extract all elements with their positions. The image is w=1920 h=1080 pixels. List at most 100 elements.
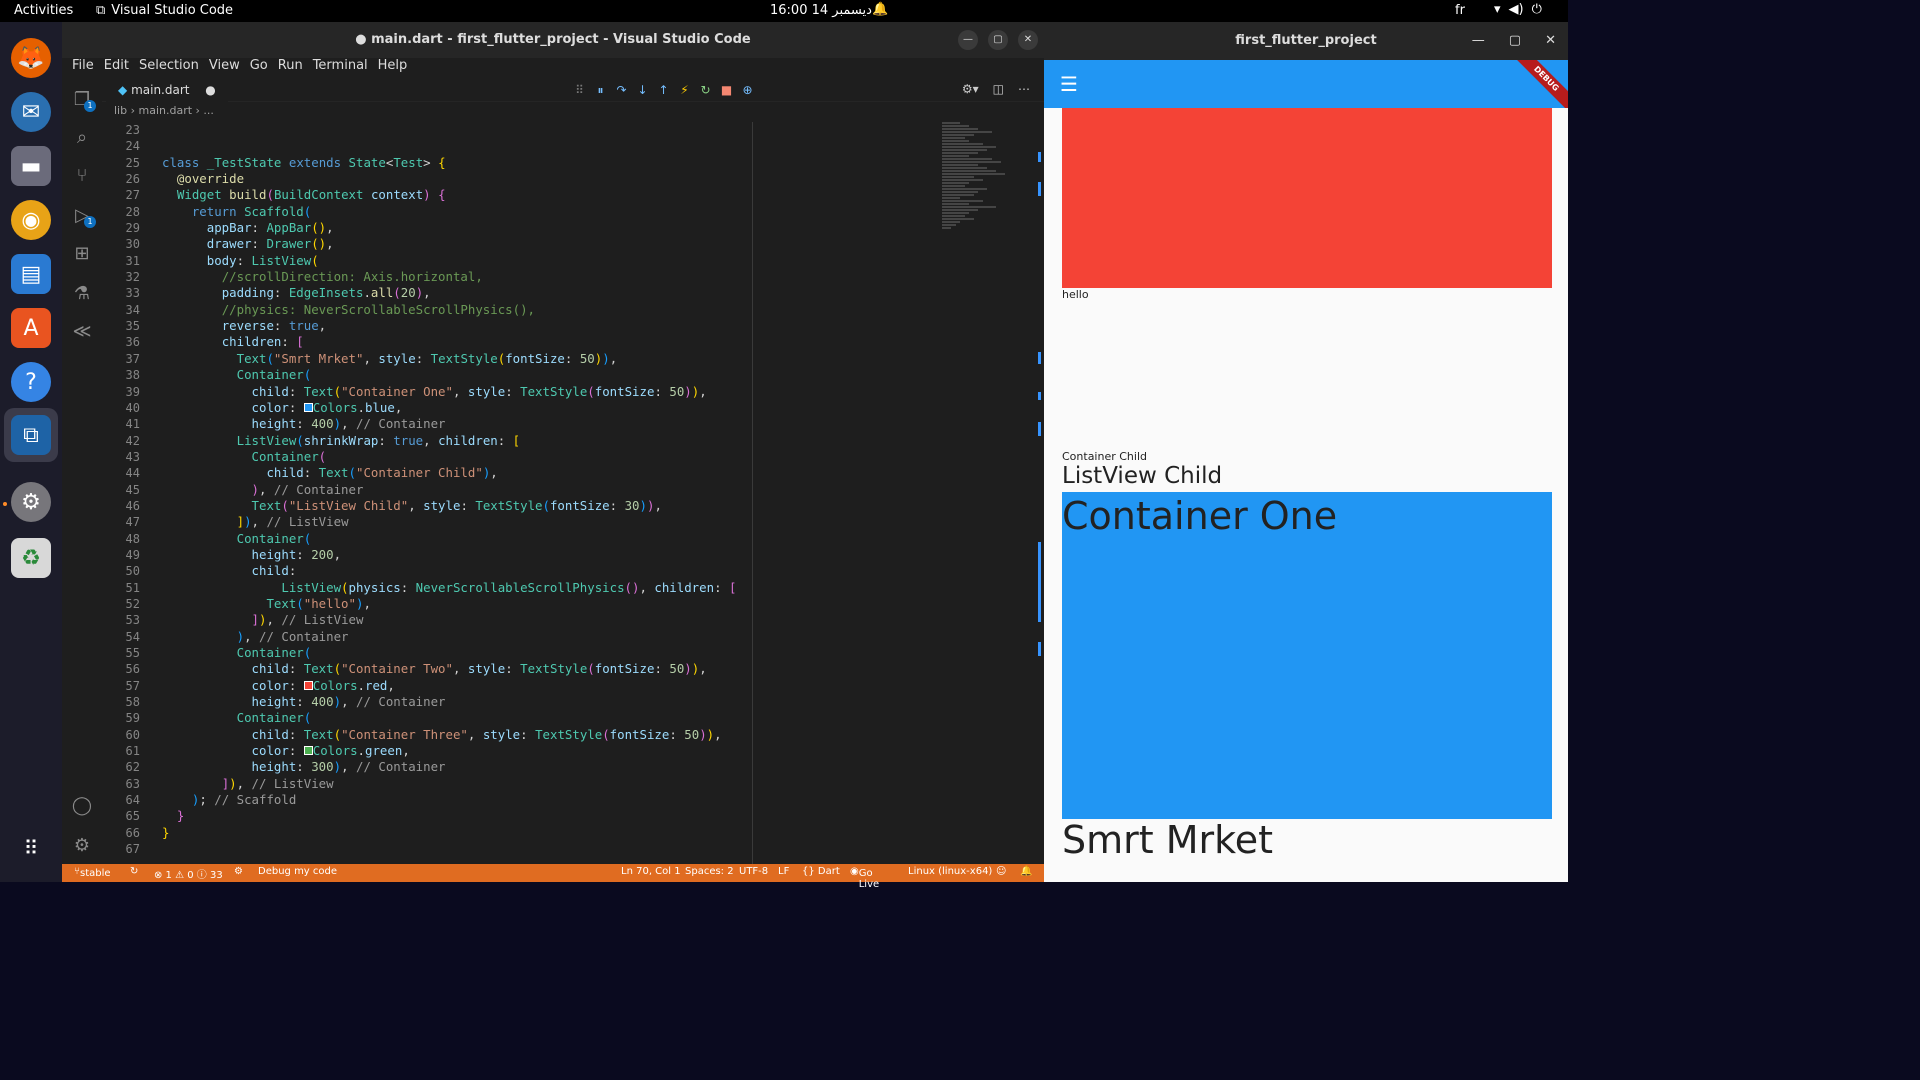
eol-status[interactable]: LF [778,866,789,877]
tab-main-dart[interactable]: ◆ main.dart ● [106,78,228,102]
minimap-line [942,164,978,166]
files-icon[interactable]: ▬ [11,146,51,186]
line-number: 40 [125,400,140,415]
manage-gear-icon[interactable]: ⚙ [70,834,94,858]
code-editor[interactable]: class _TestState extends State<Test> { @… [162,122,802,864]
line-number: 61 [125,744,140,759]
close-button[interactable]: ✕ [1545,22,1556,60]
activities-button[interactable]: Activities [14,3,73,18]
trash-icon[interactable]: ♻ [11,538,51,578]
flutter-icon[interactable]: ≪ [70,320,94,344]
run-debug-dropdown-icon[interactable]: ⚙▾ [962,82,979,96]
minimap-line [942,122,960,124]
debug-config-icon[interactable]: ⚙ [234,866,243,877]
clock[interactable]: 16:00 14 ديسمبر [770,3,872,18]
branch-status[interactable]: ⑂ stable [74,866,111,879]
sync-icon[interactable]: ↻ [130,866,138,877]
minimize-button[interactable]: — [958,30,978,50]
code-line: } [176,808,185,824]
debug-banner: DEBUG [1512,60,1568,108]
line-number: 48 [125,531,140,546]
firefox-icon[interactable]: 🦊 [11,38,51,78]
device-selector[interactable]: Linux (linux-x64) [908,866,992,877]
language-mode[interactable]: {} Dart [802,866,840,877]
extensions-icon[interactable]: ⊞ [70,242,94,266]
minimap-line [942,224,956,226]
menu-selection[interactable]: Selection [134,58,204,78]
encoding-status[interactable]: UTF-8 [739,866,768,877]
minimap[interactable] [942,122,1032,282]
step-over-icon[interactable]: ↷ [614,83,629,97]
rhythmbox-icon[interactable]: ◉ [11,200,51,240]
debug-mode-status[interactable]: Debug my code [258,866,337,877]
line-number: 41 [125,417,140,432]
minimap-line [942,215,965,217]
indentation-status[interactable]: Spaces: 2 [685,866,734,877]
system-tray[interactable]: ▾ ◀) ⏻ [1494,2,1542,17]
unsaved-dot-icon[interactable]: ● [205,83,215,97]
drag-handle-icon[interactable]: ⠿ [572,83,587,97]
line-number: 24 [125,139,140,154]
minimap-line [942,191,978,193]
menu-edit[interactable]: Edit [99,58,134,78]
restart-icon[interactable]: ↻ [698,83,713,97]
maximize-button[interactable]: ▢ [988,30,1008,50]
menu-run[interactable]: Run [273,58,308,78]
notifications-bell-icon[interactable]: 🔔 [1020,866,1032,877]
vscode-icon[interactable]: ⧉ [11,415,51,455]
code-line: @override [176,171,245,187]
branch-name: stable [80,868,111,879]
app-bar: ☰ DEBUG [1044,60,1568,108]
hot-reload-icon[interactable]: ⚡ [677,83,692,97]
help-icon[interactable]: ? [11,362,51,402]
search-icon[interactable]: ⌕ [70,126,94,150]
code-line: Text("ListView Child", style: TextStyle(… [251,497,662,513]
red-container [1062,108,1552,288]
hamburger-menu-icon[interactable]: ☰ [1060,72,1078,96]
step-into-icon[interactable]: ↓ [635,83,650,97]
pause-icon[interactable]: ⏸ [593,83,608,98]
settings-icon[interactable]: ⚙ [11,482,51,522]
editor-scrollbar[interactable] [1038,122,1042,864]
libreoffice-writer-icon[interactable]: ▤ [11,254,51,294]
thunderbird-icon[interactable]: ✉ [11,92,51,132]
stop-icon[interactable]: ■ [719,83,734,97]
minimap-line [942,125,969,127]
notification-bell-icon[interactable]: 🔔 [872,2,888,17]
minimap-line [942,179,983,181]
inspect-widget-icon[interactable]: ⊕ [740,83,755,97]
code-line: drawer: Drawer(), [206,236,334,252]
line-number: 43 [125,449,140,464]
container-child-text: Container Child [1062,450,1147,463]
go-live-button[interactable]: ◉ Go Live [850,866,879,890]
show-apps-icon[interactable]: ⠿ [11,828,51,868]
problems-status[interactable]: ⊗ 1 ⚠ 0 ⓘ 33 [154,866,223,881]
maximize-button[interactable]: ▢ [1509,22,1521,60]
split-editor-icon[interactable]: ◫ [993,82,1004,96]
feedback-icon[interactable]: ☺ [996,866,1006,877]
step-out-icon[interactable]: ↑ [656,83,671,97]
testing-icon[interactable]: ⚗ [70,282,94,306]
menu-view[interactable]: View [204,58,245,78]
software-center-icon[interactable]: A [11,308,51,348]
code-line: Container( [236,367,312,383]
minimap-line [942,173,1005,175]
menu-file[interactable]: File [67,58,99,78]
menu-go[interactable]: Go [245,58,273,78]
close-button[interactable]: ✕ [1018,30,1038,50]
line-number: 55 [125,646,140,660]
minimize-button[interactable]: — [1472,22,1485,60]
accounts-icon[interactable]: ◯ [70,794,94,818]
source-control-icon[interactable]: ⑂ [70,164,94,188]
keyboard-layout-indicator[interactable]: fr [1455,3,1465,18]
code-line: Container( [236,645,312,660]
menu-terminal[interactable]: Terminal [308,58,373,78]
focused-app-menu[interactable]: ⧉ Visual Studio Code [96,3,233,18]
cursor-position[interactable]: Ln 70, Col 1 [621,866,681,877]
more-actions-icon[interactable]: ⋯ [1018,82,1030,96]
line-number: 36 [125,335,140,350]
menu-help[interactable]: Help [373,58,413,78]
code-line: Container( [236,530,312,546]
line-number: 51 [125,580,140,595]
breadcrumb[interactable]: lib › main.dart › ... [114,104,214,117]
